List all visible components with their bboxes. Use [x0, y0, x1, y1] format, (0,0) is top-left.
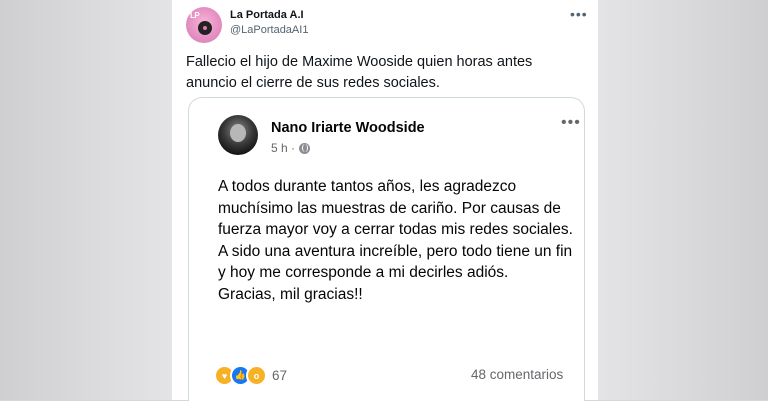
author-display-name[interactable]: La Portada A.I	[230, 9, 304, 21]
blurred-background-left	[0, 0, 172, 400]
more-options-icon[interactable]: •••	[570, 6, 588, 22]
post-paragraph: A sido una aventura increíble, pero todo…	[218, 242, 573, 282]
quoted-post-card[interactable]: Nano Iriarte Woodside 5 h · ••• A todos …	[188, 97, 585, 401]
wow-reaction-icon: o	[246, 365, 267, 386]
tweet-card[interactable]: LP La Portada A.I @LaPortadaAI1 ••• Fall…	[172, 0, 598, 401]
author-handle[interactable]: @LaPortadaAI1	[230, 24, 308, 36]
reaction-count: 67	[272, 368, 288, 383]
post-timestamp: 5 h ·	[271, 141, 311, 155]
comments-count-link[interactable]: 48 comentarios	[471, 367, 563, 382]
reactions-summary[interactable]: ♥ 👍 o 67	[214, 365, 287, 386]
vinyl-record-icon	[198, 21, 212, 35]
post-time-label: 5 h ·	[271, 141, 296, 155]
avatar[interactable]: LP	[186, 7, 222, 43]
post-more-options-icon[interactable]: •••	[561, 114, 581, 132]
blurred-background-right	[598, 0, 768, 400]
quoted-author-avatar[interactable]	[218, 115, 258, 155]
post-paragraph: Gracias, mil gracias!!	[218, 285, 363, 303]
quoted-author-name[interactable]: Nano Iriarte Woodside	[271, 120, 425, 136]
avatar-logo: LP	[190, 11, 200, 20]
tweet-text: Fallecio el hijo de Maxime Wooside quien…	[186, 54, 533, 91]
post-paragraph: A todos durante tantos años, les agradez…	[218, 178, 573, 238]
quoted-post-text: A todos durante tantos años, les agradez…	[218, 176, 578, 305]
globe-icon	[299, 142, 311, 154]
